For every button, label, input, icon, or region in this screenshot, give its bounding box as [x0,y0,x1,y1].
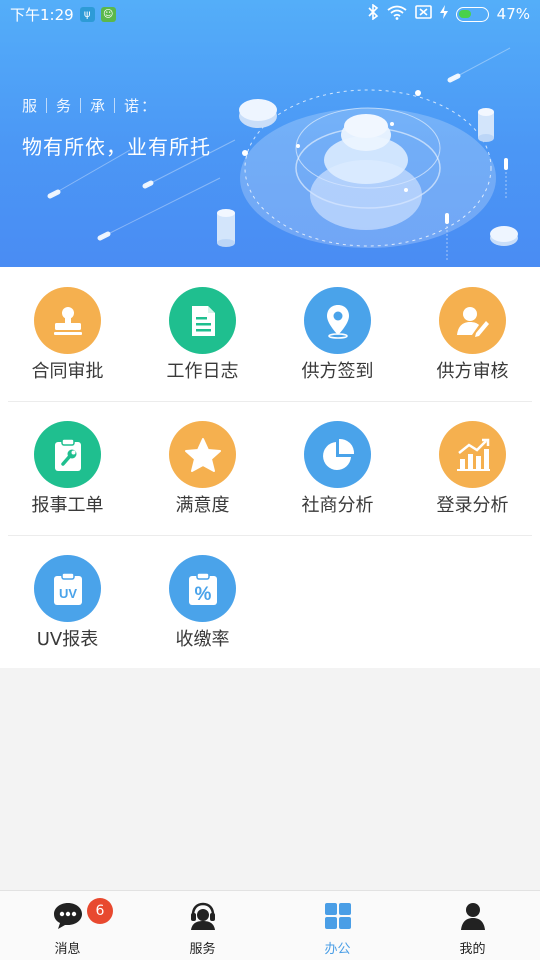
grid-row: 报事工单 满意度 社商分析 登录分析 [0,401,540,535]
grid-row: UV UV报表 % 收缴率 [0,535,540,669]
grid-item-label: 报事工单 [31,495,104,516]
usb-icon: ψ [79,6,95,22]
grid-item-label: 社商分析 [301,495,374,516]
bar-chart-icon [439,421,506,488]
chat-bubble-icon [52,901,84,931]
grid-item-collection-rate[interactable]: % 收缴率 [135,535,270,669]
wifi-icon [387,5,407,24]
grid-item-supplier-review[interactable]: 供方审核 [405,267,540,401]
location-pin-icon [304,287,371,354]
percent-icon-text: % [194,584,211,605]
android-icon: ☺ [100,6,116,22]
tab-label: 服务 [189,942,216,957]
tab-service[interactable]: 服务 [135,891,270,960]
battery-percent: 47% [496,5,530,23]
percent-clipboard-icon: % [169,555,236,622]
service-promise-slogan: 物有所依，业有所托 [22,135,211,159]
user-edit-icon [439,287,506,354]
banner: 下午1:29 ψ ☺ 47% 服｜务｜承｜诺： 物有所依，业有所托 [0,0,540,267]
charging-icon [439,5,448,23]
status-bar: 下午1:29 ψ ☺ 47% [0,0,540,28]
bluetooth-icon [367,3,379,24]
star-icon [169,421,236,488]
tab-label: 我的 [459,942,486,957]
grid-item-label: 收缴率 [175,629,230,650]
grid-item-supplier-checkin[interactable]: 供方签到 [270,267,405,401]
tab-messages[interactable]: 6 消息 [0,891,135,960]
grid-row: 合同审批 工作日志 供方签到 供方审核 [0,267,540,401]
stamp-icon [34,287,101,354]
grid-apps-icon [322,901,354,931]
grid-item-work-order[interactable]: 报事工单 [0,401,135,535]
grid-item-label: 供方签到 [301,361,374,382]
status-time: 下午1:29 [10,5,74,24]
uv-clipboard-icon: UV [34,555,101,622]
wrench-clipboard-icon [34,421,101,488]
tab-label: 办公 [324,942,351,957]
grid-item-business-analysis[interactable]: 社商分析 [270,401,405,535]
message-count-badge: 6 [87,898,113,924]
person-icon [457,901,489,931]
bottom-tab-bar: 6 消息 服务 办公 我的 [0,890,540,960]
grid-item-label: 工作日志 [166,361,239,382]
grid-item-label: 登录分析 [436,495,509,516]
tab-label: 消息 [54,942,81,957]
function-grid: 合同审批 工作日志 供方签到 供方审核 报事工单 满意度 社商分析 登录分析 U… [0,267,540,668]
battery-icon [455,6,489,22]
service-promise-title: 服｜务｜承｜诺： [22,97,159,115]
sim-none-icon [414,5,432,23]
pie-chart-icon [304,421,371,488]
uv-icon-text: UV [58,586,76,601]
grid-item-work-log[interactable]: 工作日志 [135,267,270,401]
grid-item-label: 供方审核 [436,361,509,382]
tab-office[interactable]: 办公 [270,891,405,960]
tab-mine[interactable]: 我的 [405,891,540,960]
grid-item-label: 满意度 [175,495,230,516]
grid-item-login-analysis[interactable]: 登录分析 [405,401,540,535]
grid-item-uv-report[interactable]: UV UV报表 [0,535,135,669]
grid-item-label: 合同审批 [31,361,104,382]
document-icon [169,287,236,354]
grid-item-satisfaction[interactable]: 满意度 [135,401,270,535]
grid-item-label: UV报表 [36,629,99,650]
grid-item-contract-approval[interactable]: 合同审批 [0,267,135,401]
headset-agent-icon [187,901,219,931]
